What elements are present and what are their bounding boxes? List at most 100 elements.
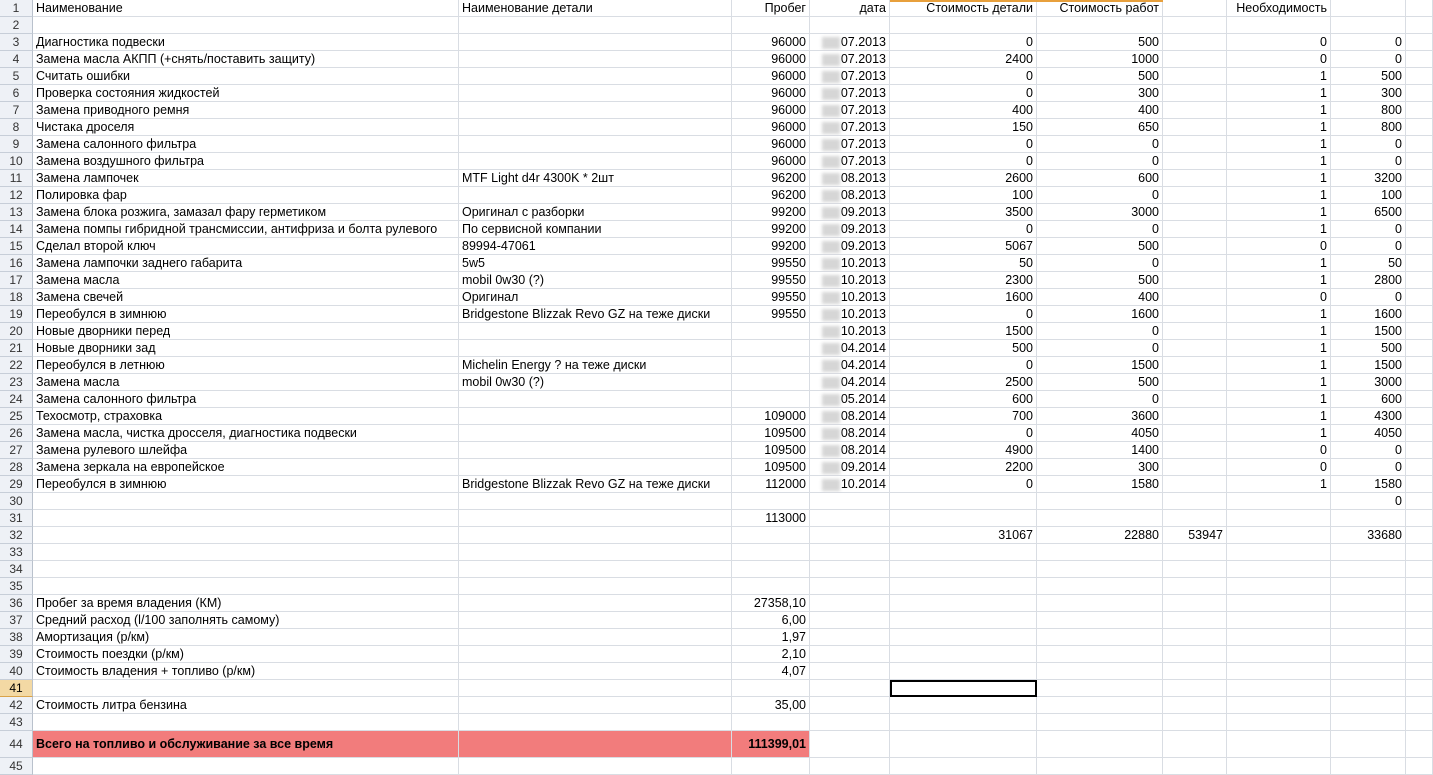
row-header[interactable]: 45 bbox=[0, 758, 33, 775]
cell-name[interactable]: Переобулся в зимнюю bbox=[33, 476, 459, 493]
cell-necessity[interactable]: 0 bbox=[1227, 459, 1331, 476]
cell-date[interactable]: 07.2013 bbox=[810, 51, 890, 68]
cell-extra[interactable] bbox=[1163, 714, 1227, 731]
cell-name[interactable] bbox=[33, 493, 459, 510]
cell-extra[interactable] bbox=[1163, 561, 1227, 578]
cell-necessity[interactable]: 1 bbox=[1227, 255, 1331, 272]
cell-part-cost[interactable]: 600 bbox=[890, 391, 1037, 408]
cell-name[interactable]: Считать ошибки bbox=[33, 68, 459, 85]
cell-mileage[interactable]: 109500 bbox=[732, 442, 810, 459]
cell-extra[interactable] bbox=[1163, 612, 1227, 629]
cell-necessity[interactable] bbox=[1227, 561, 1331, 578]
cell-mileage[interactable] bbox=[732, 578, 810, 595]
cell-total[interactable] bbox=[1331, 758, 1406, 775]
cell-name[interactable]: Замена свечей bbox=[33, 289, 459, 306]
cell-extra[interactable] bbox=[1163, 340, 1227, 357]
cell-name[interactable]: Стоимость поездки (р/км) bbox=[33, 646, 459, 663]
cell-name[interactable]: Замена воздушного фильтра bbox=[33, 153, 459, 170]
cell-date[interactable]: 08.2013 bbox=[810, 187, 890, 204]
cell-extra[interactable] bbox=[1163, 476, 1227, 493]
cell-work-cost[interactable]: 3000 bbox=[1037, 204, 1163, 221]
cell-extra[interactable] bbox=[1163, 221, 1227, 238]
cell-part[interactable] bbox=[459, 629, 732, 646]
row-header[interactable]: 35 bbox=[0, 578, 33, 595]
cell-part-cost[interactable]: 0 bbox=[890, 153, 1037, 170]
cell-empty[interactable] bbox=[1406, 170, 1433, 187]
cell-extra[interactable] bbox=[1163, 136, 1227, 153]
cell-mileage[interactable]: 99200 bbox=[732, 221, 810, 238]
cell-empty[interactable] bbox=[1406, 758, 1433, 775]
cell-part[interactable]: Bridgestone Blizzak Revo GZ на теже диск… bbox=[459, 306, 732, 323]
cell-empty[interactable] bbox=[1406, 221, 1433, 238]
cell-empty[interactable] bbox=[1406, 136, 1433, 153]
cell-part-cost[interactable] bbox=[890, 17, 1037, 34]
header-cell-extra[interactable] bbox=[1163, 0, 1227, 17]
cell-work-cost[interactable] bbox=[1037, 680, 1163, 697]
row-header[interactable]: 9 bbox=[0, 136, 33, 153]
cell-extra[interactable] bbox=[1163, 408, 1227, 425]
row-header[interactable]: 25 bbox=[0, 408, 33, 425]
row-header[interactable]: 36 bbox=[0, 595, 33, 612]
cell-mileage[interactable]: 99200 bbox=[732, 204, 810, 221]
cell-empty[interactable] bbox=[1406, 272, 1433, 289]
cell-work-cost[interactable]: 500 bbox=[1037, 68, 1163, 85]
cell-name[interactable]: Замена лампочки заднего габарита bbox=[33, 255, 459, 272]
cell-work-cost[interactable] bbox=[1037, 578, 1163, 595]
cell-necessity[interactable]: 1 bbox=[1227, 323, 1331, 340]
cell-total[interactable]: 0 bbox=[1331, 136, 1406, 153]
cell-empty[interactable] bbox=[1406, 425, 1433, 442]
cell-total[interactable]: 1580 bbox=[1331, 476, 1406, 493]
cell-work-cost[interactable] bbox=[1037, 731, 1163, 758]
cell-date[interactable] bbox=[810, 578, 890, 595]
row-header[interactable]: 17 bbox=[0, 272, 33, 289]
cell-part[interactable] bbox=[459, 561, 732, 578]
cell-total[interactable] bbox=[1331, 680, 1406, 697]
cell-total[interactable]: 1500 bbox=[1331, 323, 1406, 340]
cell-extra[interactable] bbox=[1163, 646, 1227, 663]
cell-mileage[interactable] bbox=[732, 714, 810, 731]
cell-mileage[interactable]: 109500 bbox=[732, 459, 810, 476]
cell-extra[interactable] bbox=[1163, 459, 1227, 476]
header-cell-date[interactable]: дата bbox=[810, 0, 890, 17]
cell-total[interactable]: 0 bbox=[1331, 51, 1406, 68]
cell-total[interactable] bbox=[1331, 595, 1406, 612]
cell-work-cost[interactable] bbox=[1037, 629, 1163, 646]
cell-total[interactable] bbox=[1331, 544, 1406, 561]
header-cell-total[interactable] bbox=[1331, 0, 1406, 17]
cell-empty[interactable] bbox=[1406, 527, 1433, 544]
cell-date[interactable] bbox=[810, 17, 890, 34]
cell-name[interactable]: Новые дворники зад bbox=[33, 340, 459, 357]
cell-part-cost[interactable]: 2300 bbox=[890, 272, 1037, 289]
cell-mileage[interactable] bbox=[732, 680, 810, 697]
cell-empty[interactable] bbox=[1406, 714, 1433, 731]
cell-empty[interactable] bbox=[1406, 459, 1433, 476]
cell-necessity[interactable]: 1 bbox=[1227, 85, 1331, 102]
cell-part-cost[interactable]: 0 bbox=[890, 68, 1037, 85]
cell-total[interactable]: 0 bbox=[1331, 493, 1406, 510]
cell-total[interactable]: 0 bbox=[1331, 442, 1406, 459]
cell-empty[interactable] bbox=[1406, 493, 1433, 510]
cell-extra[interactable] bbox=[1163, 306, 1227, 323]
cell-part[interactable]: Оригинал с разборки bbox=[459, 204, 732, 221]
cell-empty[interactable] bbox=[1406, 357, 1433, 374]
cell-part[interactable] bbox=[459, 527, 732, 544]
cell-part-cost[interactable]: 0 bbox=[890, 34, 1037, 51]
cell-mileage[interactable]: 96200 bbox=[732, 170, 810, 187]
cell-extra[interactable] bbox=[1163, 374, 1227, 391]
cell-date[interactable]: 07.2013 bbox=[810, 136, 890, 153]
cell-extra[interactable] bbox=[1163, 680, 1227, 697]
row-header[interactable]: 42 bbox=[0, 697, 33, 714]
cell-name[interactable]: Замена зеркала на европейское bbox=[33, 459, 459, 476]
row-header[interactable]: 14 bbox=[0, 221, 33, 238]
cell-total[interactable]: 2800 bbox=[1331, 272, 1406, 289]
cell-part-cost[interactable] bbox=[890, 561, 1037, 578]
cell-extra[interactable] bbox=[1163, 289, 1227, 306]
cell-mileage[interactable]: 96000 bbox=[732, 85, 810, 102]
cell-date[interactable]: 04.2014 bbox=[810, 374, 890, 391]
cell-part[interactable] bbox=[459, 493, 732, 510]
cell-empty[interactable] bbox=[1406, 289, 1433, 306]
cell-work-cost[interactable]: 300 bbox=[1037, 85, 1163, 102]
cell-empty[interactable] bbox=[1406, 680, 1433, 697]
cell-mileage[interactable] bbox=[732, 374, 810, 391]
cell-part[interactable] bbox=[459, 119, 732, 136]
